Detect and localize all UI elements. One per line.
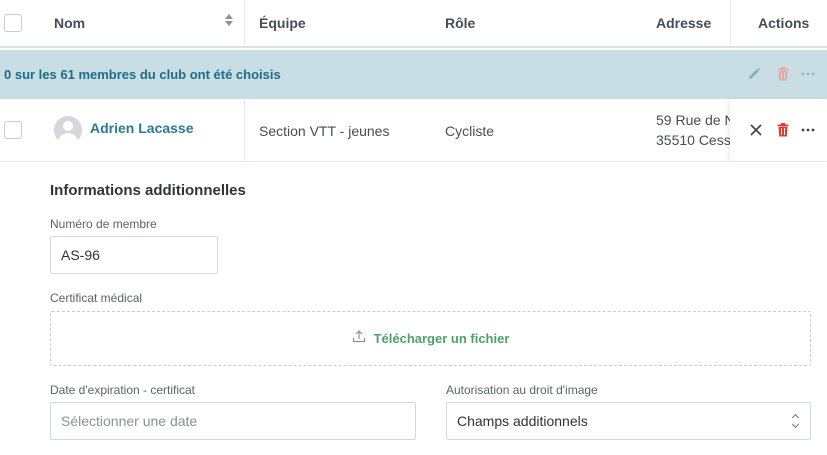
image-rights-selected-value: Champs additionnels: [457, 413, 588, 429]
column-divider: [730, 0, 731, 46]
row-checkbox[interactable]: [4, 121, 22, 139]
column-divider: [244, 0, 245, 46]
member-number-label: Numéro de membre: [50, 217, 157, 231]
trash-icon[interactable]: [775, 122, 791, 138]
row-actions: [730, 99, 827, 161]
certificate-expiry-label: Date d'expiration - certificat: [50, 383, 196, 397]
member-team: Section VTT - jeunes: [259, 123, 390, 139]
member-name-link[interactable]: Adrien Lacasse: [90, 120, 194, 136]
sort-icon[interactable]: [224, 14, 234, 28]
column-header-actions: Actions: [758, 15, 810, 31]
column-header-team[interactable]: Équipe: [259, 0, 306, 46]
close-icon[interactable]: [748, 122, 764, 138]
ellipsis-icon[interactable]: [800, 66, 816, 82]
image-rights-label: Autorisation au droit d'image: [446, 383, 598, 397]
upload-icon: [352, 329, 366, 348]
image-rights-select[interactable]: Champs additionnels: [446, 402, 811, 440]
file-dropzone[interactable]: Télécharger un fichier: [50, 311, 811, 366]
pencil-icon[interactable]: [746, 66, 762, 82]
trash-icon[interactable]: [775, 66, 791, 82]
column-header-address[interactable]: Adresse: [656, 0, 711, 46]
column-divider: [244, 99, 245, 161]
selection-count-text: 0 sur les 61 membres du club ont été cho…: [4, 67, 281, 82]
ellipsis-icon[interactable]: [800, 122, 816, 138]
user-avatar-icon: [54, 116, 82, 144]
upload-file-button[interactable]: Télécharger un fichier: [374, 331, 510, 346]
select-all-checkbox[interactable]: [4, 14, 22, 32]
selection-banner: 0 sur les 61 membres du club ont été cho…: [0, 50, 827, 99]
member-address: 59 Rue de N 35510 Cess: [656, 110, 730, 154]
column-header-role[interactable]: Rôle: [445, 0, 475, 46]
column-header-name[interactable]: Nom: [54, 0, 85, 46]
medical-certificate-label: Certificat médical: [50, 291, 143, 305]
address-line-1: 59 Rue de N: [656, 112, 730, 128]
address-line-2: 35510 Cess: [656, 132, 730, 148]
member-number-field[interactable]: AS-96: [50, 236, 218, 274]
certificate-expiry-date-input[interactable]: Sélectionner une date: [50, 402, 416, 440]
table-header: Nom Équipe Rôle Adresse Actions: [0, 0, 827, 48]
section-title: Informations additionnelles: [50, 182, 246, 199]
chevron-up-down-icon: [792, 414, 800, 428]
member-role: Cycliste: [445, 123, 495, 139]
